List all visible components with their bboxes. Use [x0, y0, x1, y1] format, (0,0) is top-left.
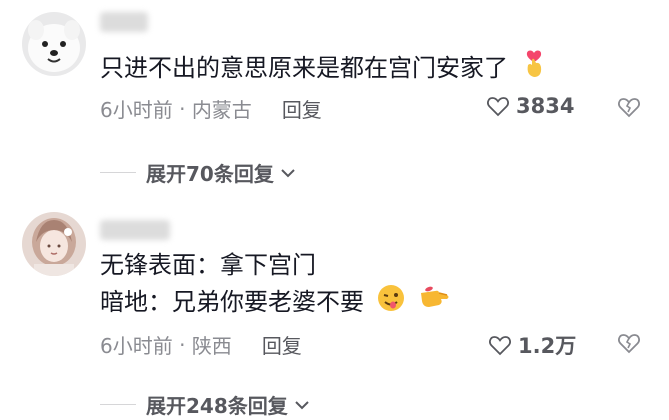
comment-text: 只进不出的意思原来是都在宫门安家了: [100, 49, 548, 89]
expand-divider: [100, 172, 136, 173]
comment-time: 6小时前: [100, 98, 173, 122]
chevron-down-icon: [295, 400, 309, 409]
broken-heart-icon: [618, 334, 640, 354]
comment-location: 内蒙古: [191, 98, 252, 122]
samoyed-dog-avatar-icon: [22, 12, 86, 76]
username-blurred[interactable]: [100, 12, 148, 32]
heart-outline-icon: [489, 336, 511, 356]
pointing-hand-emoji-icon: [417, 283, 451, 323]
chevron-down-icon: [281, 168, 295, 177]
heart-outline-icon: [487, 97, 509, 117]
winking-tongue-emoji-icon: [376, 283, 406, 323]
like-button[interactable]: 1.2万: [488, 330, 576, 360]
expand-replies-button[interactable]: 展开248条回复: [100, 390, 310, 419]
meta-separator: ·: [172, 96, 192, 121]
expand-replies-label: 展开248条回复: [146, 394, 288, 418]
username-blurred[interactable]: [100, 220, 170, 240]
expand-replies-label: 展开70条回复: [146, 162, 274, 186]
comment-item: 无锋表面：拿下宫门 暗地：兄弟你要老婆不要 6小时前 · 陕西 回复 1.2万 …: [0, 200, 669, 420]
comment-text: 无锋表面：拿下宫门 暗地：兄弟你要老婆不要: [100, 247, 451, 323]
comment-time: 6小时前: [100, 334, 173, 358]
broken-heart-icon: [618, 98, 640, 118]
expand-divider: [100, 404, 136, 405]
expand-replies-button[interactable]: 展开70条回复: [100, 158, 296, 187]
like-count: 3834: [516, 94, 575, 118]
anime-girl-avatar-icon: [22, 212, 86, 276]
meta-separator: ·: [172, 332, 192, 357]
comment-text-line: 无锋表面：拿下宫门: [100, 251, 316, 279]
avatar[interactable]: [22, 212, 86, 276]
comment-location: 陕西: [191, 334, 232, 358]
dislike-button[interactable]: [617, 96, 641, 122]
reply-button[interactable]: 回复: [282, 94, 322, 123]
like-count: 1.2万: [518, 334, 577, 358]
finger-heart-emoji-icon: [520, 49, 548, 89]
dislike-button[interactable]: [617, 332, 641, 358]
comment-item: 只进不出的意思原来是都在宫门安家了 6小时前 · 内蒙古 回复 3834 展开7…: [0, 0, 669, 200]
reply-button[interactable]: 回复: [262, 330, 302, 359]
comment-text-line: 只进不出的意思原来是都在宫门安家了: [100, 54, 508, 82]
avatar[interactable]: [22, 12, 86, 76]
like-button[interactable]: 3834: [486, 94, 574, 118]
comment-meta: 6小时前 · 内蒙古 回复: [100, 94, 322, 123]
comment-text-line: 暗地：兄弟你要老婆不要: [100, 288, 364, 316]
comment-meta: 6小时前 · 陕西 回复: [100, 330, 302, 359]
